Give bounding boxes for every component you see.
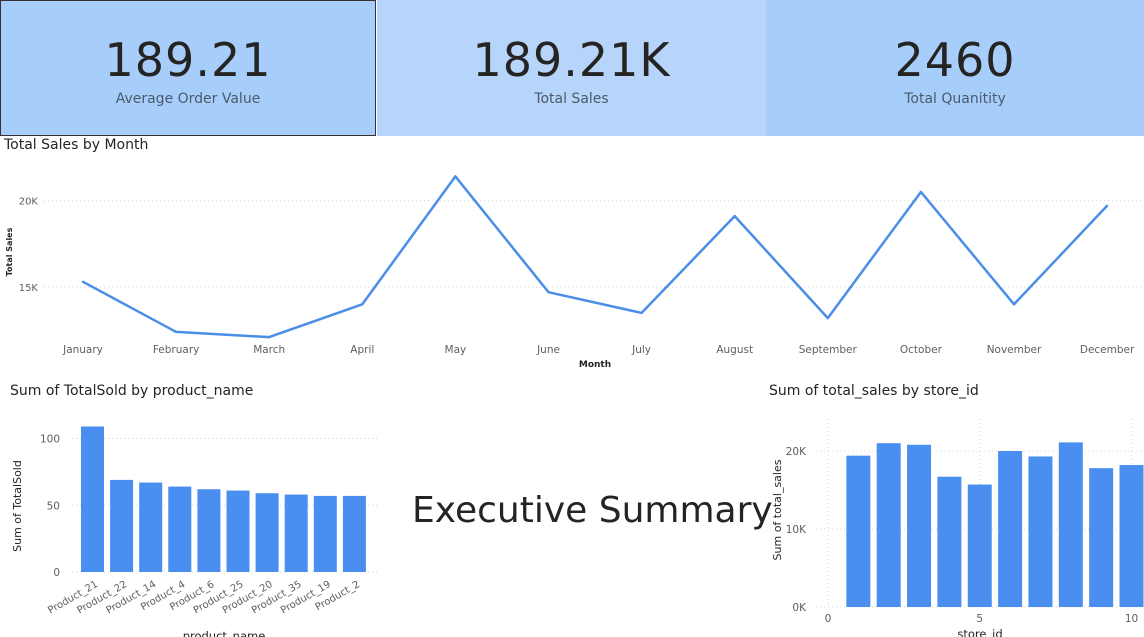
kpi-label: Total Quanitity xyxy=(904,91,1006,107)
x-tick-label: December xyxy=(1080,344,1135,356)
x-tick-label: April xyxy=(350,344,374,356)
x-axis-title: product_name xyxy=(183,629,266,637)
data-point xyxy=(454,175,457,178)
y-axis-title: Sum of total_sales xyxy=(771,459,784,560)
x-tick-label: March xyxy=(253,344,285,356)
product-bar xyxy=(284,494,308,572)
x-tick-label: November xyxy=(987,344,1042,356)
x-tick-label: 10 xyxy=(1125,613,1138,625)
store-bar xyxy=(967,484,992,607)
x-tick-label: October xyxy=(900,344,943,356)
data-point xyxy=(81,280,85,284)
sales-by-store-bar-chart[interactable]: 0 5 10 0K 10K 20K store_id Sum of total_sales xyxy=(766,404,1144,637)
kpi-card-total-sales[interactable]: 189.21K Total Sales xyxy=(377,0,766,136)
data-point xyxy=(826,316,829,320)
x-tick-label: September xyxy=(799,344,858,356)
data-point xyxy=(547,290,550,294)
product-chart-title: Sum of TotalSold by product_name xyxy=(10,383,254,399)
product-bar xyxy=(226,490,250,572)
product-bar xyxy=(139,482,163,572)
data-point xyxy=(919,190,923,194)
x-tick-label: August xyxy=(716,344,753,356)
kpi-card-total-quantity[interactable]: 2460 Total Quanitity xyxy=(766,0,1144,136)
kpi-value: 189.21 xyxy=(104,33,272,87)
y-axis-title: Sum of TotalSold xyxy=(11,460,24,552)
y-tick-label: 10K xyxy=(786,524,807,536)
product-bar xyxy=(197,489,221,572)
sales-by-month-line-chart[interactable]: 15K 20K January February March April May June Ju… xyxy=(0,160,1144,372)
totalsold-by-product-bar-chart[interactable]: 050100Product_21Product_22Product_14Prod… xyxy=(0,404,390,637)
store-bar xyxy=(1089,468,1114,607)
x-axis-title: Month xyxy=(579,360,611,370)
data-point xyxy=(361,303,364,306)
store-bar xyxy=(907,444,932,607)
y-tick-label: 15K xyxy=(19,283,39,294)
y-tick-label: 50 xyxy=(47,500,60,512)
kpi-card-average-order-value[interactable]: 189.21 Average Order Value xyxy=(0,0,376,136)
product-bar xyxy=(342,495,366,572)
x-tick-label: January xyxy=(62,344,103,356)
data-point xyxy=(1105,204,1109,207)
product-bar xyxy=(313,495,337,572)
y-tick-label: 100 xyxy=(40,434,60,446)
store-bar xyxy=(937,476,962,607)
x-tick-label: 5 xyxy=(976,613,983,625)
store-bar xyxy=(1058,442,1083,607)
y-tick-label: 20K xyxy=(19,197,39,208)
x-tick-label: February xyxy=(153,344,200,356)
data-point xyxy=(1012,303,1016,306)
store-bar xyxy=(1028,456,1053,607)
executive-summary-title: Executive Summary xyxy=(412,490,773,531)
data-point xyxy=(174,330,178,334)
product-bar xyxy=(255,493,279,572)
x-axis-title: store_id xyxy=(957,627,1002,637)
y-tick-label: 20K xyxy=(786,446,807,458)
kpi-value: 189.21K xyxy=(472,33,671,87)
y-tick-label: 0 xyxy=(53,567,60,579)
y-axis-title: Total Sales xyxy=(5,227,14,276)
x-tick-label: July xyxy=(631,344,651,356)
x-tick-label: May xyxy=(445,344,467,356)
kpi-label: Average Order Value xyxy=(115,91,261,107)
store-bar xyxy=(1119,465,1144,607)
x-tick-label: June xyxy=(536,344,560,356)
kpi-label: Total Sales xyxy=(534,91,609,107)
store-bar xyxy=(998,451,1023,607)
store-bar xyxy=(876,443,901,607)
store-bar xyxy=(846,455,871,607)
store-chart-title: Sum of total_sales by store_id xyxy=(769,383,979,399)
y-tick-label: 0K xyxy=(792,602,807,614)
product-bar xyxy=(110,479,134,572)
line-chart-title: Total Sales by Month xyxy=(4,137,149,153)
product-bar xyxy=(168,486,192,572)
data-point xyxy=(733,214,736,218)
product-bar xyxy=(81,426,104,572)
data-point xyxy=(640,311,643,315)
data-point xyxy=(268,335,271,339)
x-tick-label: 0 xyxy=(825,613,832,625)
kpi-value: 2460 xyxy=(894,33,1016,87)
